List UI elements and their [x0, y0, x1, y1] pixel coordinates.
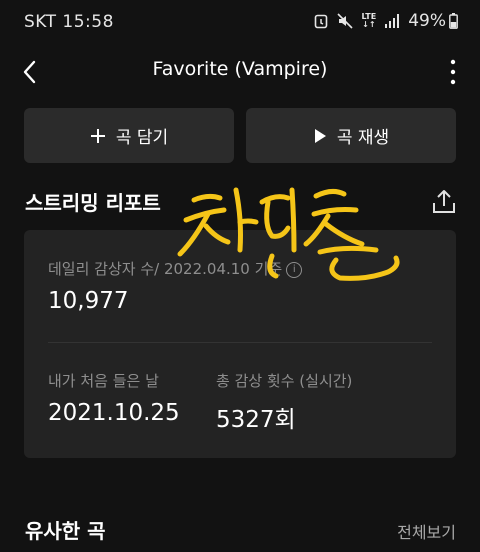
- streaming-report-card: 데일리 감상자 수/ 2022.04.10 기준 i 10,977 내가 처음 들…: [24, 230, 456, 458]
- clock-time: 15:58: [62, 12, 114, 32]
- signal-icon: [385, 14, 400, 28]
- play-song-button[interactable]: 곡 재생: [246, 108, 456, 163]
- play-button-label: 곡 재생: [336, 128, 390, 148]
- info-icon[interactable]: i: [286, 261, 303, 278]
- status-bar: SKT 15:58 LTE ↓↑ 49%: [0, 0, 480, 44]
- more-vertical-icon: [450, 59, 456, 85]
- page-title: Favorite (Vampire): [152, 58, 328, 80]
- add-to-playlist-button[interactable]: 곡 담기: [24, 108, 234, 163]
- plus-icon: [90, 128, 105, 143]
- share-button[interactable]: [432, 189, 456, 215]
- daily-listeners-label: 데일리 감상자 수/ 2022.04.10 기준 i: [48, 258, 303, 279]
- back-button[interactable]: [14, 52, 50, 92]
- daily-listeners-value: 10,977: [48, 288, 129, 314]
- lte-icon: LTE ↓↑: [362, 13, 377, 29]
- status-carrier-time: SKT 15:58: [24, 12, 114, 32]
- streaming-report-title: 스트리밍 리포트: [25, 191, 161, 215]
- status-icons: LTE ↓↑ 49%: [314, 11, 459, 31]
- similar-songs-title: 유사한 곡: [25, 519, 106, 543]
- battery-icon: [449, 13, 458, 29]
- chevron-left-icon: [23, 60, 36, 84]
- mute-icon: [336, 13, 353, 29]
- share-icon: [433, 190, 455, 213]
- daily-listeners-label-text: 데일리 감상자 수/ 2022.04.10 기준: [48, 260, 283, 278]
- add-button-label: 곡 담기: [115, 128, 169, 148]
- top-app-bar: Favorite (Vampire): [0, 44, 480, 100]
- battery-percent: 49%: [408, 11, 446, 31]
- first-listen-value: 2021.10.25: [48, 400, 180, 426]
- play-icon: [314, 128, 326, 143]
- alarm-icon: [314, 13, 328, 29]
- data-arrows: ↓↑: [362, 20, 376, 29]
- card-divider: [48, 342, 432, 343]
- total-plays-label: 총 감상 횟수 (실시간): [216, 372, 353, 390]
- more-options-button[interactable]: [446, 52, 460, 92]
- first-listen-label: 내가 처음 들은 날: [48, 372, 159, 390]
- view-all-link[interactable]: 전체보기: [397, 519, 456, 543]
- carrier-name: SKT: [24, 12, 57, 32]
- total-plays-value: 5327회: [216, 407, 296, 433]
